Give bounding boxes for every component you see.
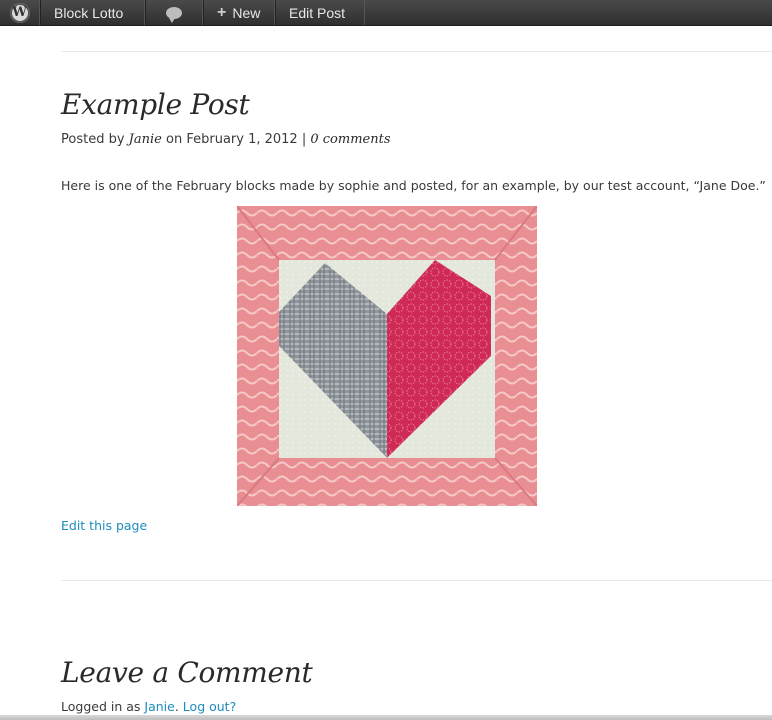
site-name-label: Block Lotto [54, 4, 124, 21]
divider-top [61, 51, 772, 52]
log-out-link[interactable]: Log out? [183, 699, 236, 714]
post-date: February 1, 2012 [186, 132, 298, 147]
heart-quilt-block-image[interactable] [237, 206, 537, 506]
leave-comment-title: Leave a Comment [61, 656, 313, 689]
new-content-menu[interactable]: + New [203, 0, 275, 25]
user-profile-link[interactable]: Janie [144, 699, 174, 714]
edit-post-link[interactable]: Edit Post [275, 0, 365, 25]
logged-in-sep: . [174, 699, 179, 714]
edit-post-label: Edit Post [289, 4, 346, 21]
meta-separator: | [301, 132, 307, 147]
admin-bar: W Block Lotto + New Edit Post [0, 0, 772, 26]
site-name-link[interactable]: Block Lotto [40, 0, 145, 25]
post-title: Example Post [61, 88, 250, 121]
author-link[interactable]: Janie [129, 132, 162, 147]
edit-this-page-link[interactable]: Edit this page [61, 518, 147, 533]
wordpress-logo-icon: W [9, 2, 30, 23]
comments-count-link[interactable]: 0 comments [310, 132, 390, 147]
meta-on: on [166, 132, 183, 147]
logged-in-notice: Logged in as Janie. Log out? [61, 699, 236, 714]
post-body-text: Here is one of the February blocks made … [61, 178, 766, 193]
meta-prefix: Posted by [61, 132, 125, 147]
post-meta: Posted by Janie on February 1, 2012 | 0 … [61, 132, 391, 147]
logged-in-prefix: Logged in as [61, 699, 141, 714]
plus-icon: + [217, 3, 227, 21]
comments-link[interactable] [145, 0, 203, 25]
speech-bubble-icon [166, 6, 182, 23]
new-label: New [232, 4, 261, 21]
window-bottom-edge [0, 715, 772, 720]
wordpress-menu[interactable]: W [0, 0, 40, 25]
divider-bottom [61, 580, 772, 581]
